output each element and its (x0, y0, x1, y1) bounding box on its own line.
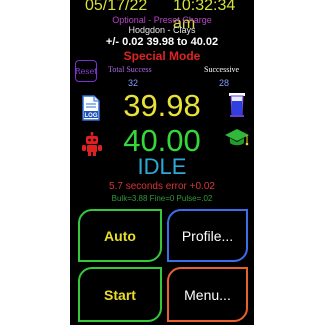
start-button-label: Start (104, 286, 136, 303)
tolerance-range: +/- 0.02 39.98 to 40.02 (105, 36, 219, 48)
timing-error-line: 5.7 seconds error +0.02 (109, 181, 215, 192)
special-mode-label: Special Mode (123, 49, 201, 63)
total-success-value: 32 (128, 78, 139, 88)
reset-button[interactable]: Reset (75, 60, 97, 82)
powder-name: Hodgdon - Clays (128, 25, 196, 35)
auto-button[interactable]: Auto (78, 209, 162, 262)
current-weight: 39.98 (123, 88, 201, 123)
start-button[interactable]: Start (78, 267, 162, 322)
reset-button-label: Reset (74, 66, 98, 76)
successive-label: Successive (204, 65, 240, 74)
mode-line: Optional - Preset Charge (112, 15, 212, 25)
auto-button-label: Auto (104, 227, 136, 244)
dispense-params: Bulk=3.88 Fine=0 Pulse=.02 (111, 194, 213, 203)
profile-button[interactable]: Profile... (167, 209, 248, 262)
successive-value: 28 (219, 78, 230, 88)
state-label: IDLE (137, 154, 187, 179)
menu-button-label: Menu... (184, 286, 231, 303)
device-screen: 05/17/22 10:32:34 am Optional - Preset C… (70, 0, 254, 325)
date-display: 05/17/22 (85, 0, 148, 14)
profile-button-label: Profile... (181, 227, 234, 244)
menu-button[interactable]: Menu... (167, 267, 248, 322)
total-success-label: Total Success (108, 65, 152, 74)
